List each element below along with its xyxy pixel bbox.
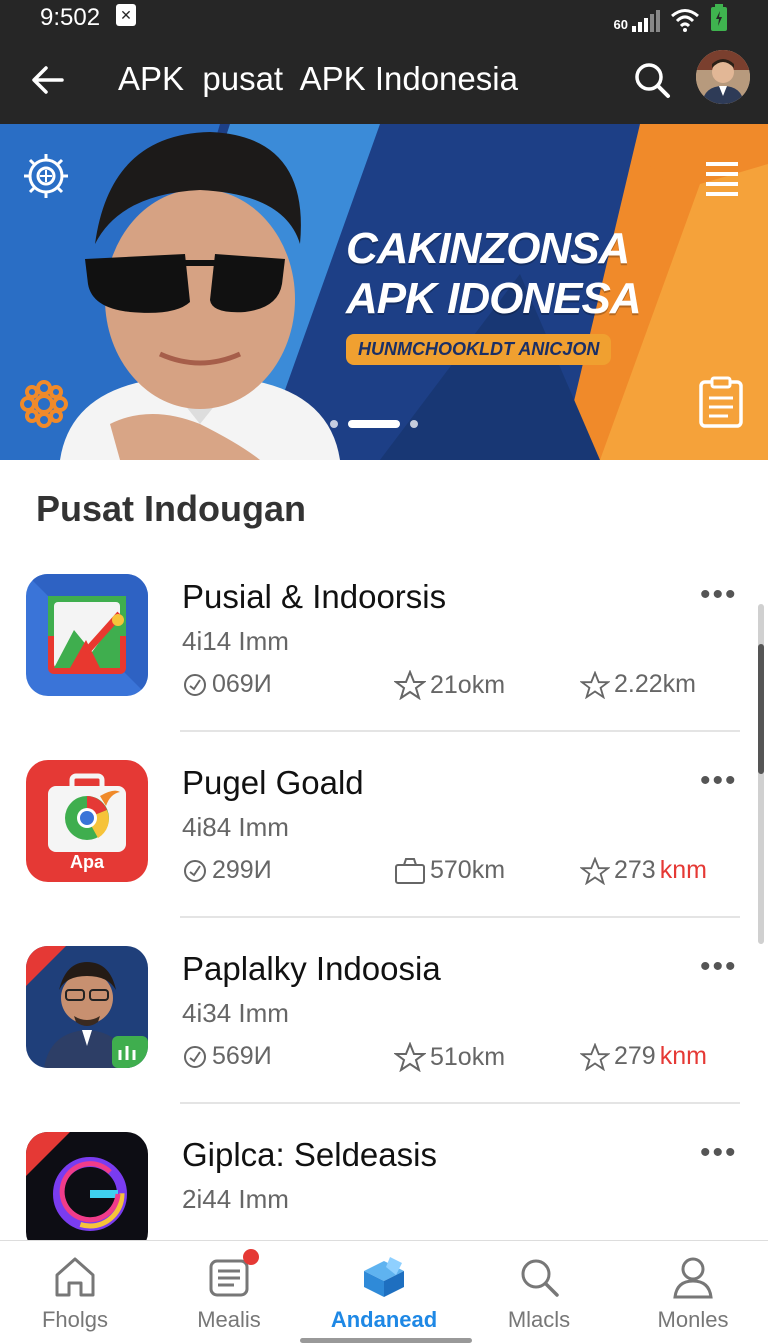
app-stat-distance-value: 279 <box>614 1042 656 1070</box>
app-icon-maps[interactable] <box>26 574 148 696</box>
banner-headline-line1: CAKINZONSA <box>346 224 630 273</box>
carousel-dot[interactable] <box>330 420 338 428</box>
banner-headline-line2: APK IDONESA <box>346 274 642 323</box>
app-icon-profile-photo[interactable] <box>26 946 148 1068</box>
app-stat-rating-value: 51okm <box>430 1042 506 1071</box>
bird-icon <box>650 164 690 182</box>
app-stat-distance: 2.22km <box>580 670 700 699</box>
star-icon <box>580 670 610 699</box>
notification-badge <box>243 1249 259 1265</box>
decorative-flower-icon <box>20 380 68 428</box>
battery-icon <box>711 4 727 31</box>
app-stat-distance-unit: knm <box>659 856 707 884</box>
list-item[interactable]: Paplalky Indoosia 4i34 Imm 569И 51okm 27… <box>0 932 768 1118</box>
more-options-icon[interactable]: ••• <box>700 1136 738 1170</box>
app-stat-rating: 51okm <box>394 1042 505 1072</box>
app-name: Giplca: Seldeasis <box>182 1136 437 1173</box>
app-icon-browser[interactable]: Apa <box>26 760 148 882</box>
divider <box>180 1102 740 1104</box>
status-bar: 9:502 ✕ 60 <box>0 0 768 38</box>
app-stat-downloads-value: 569И <box>212 1042 272 1070</box>
wifi-icon <box>671 9 699 32</box>
app-stat-downloads: 299И <box>182 856 272 885</box>
home-indicator[interactable] <box>300 1338 472 1343</box>
nav-label: Monles <box>657 1307 729 1332</box>
nav-label: Andanead <box>330 1307 438 1332</box>
banner-cta-pill[interactable]: HUNMCHOOKLDT ANICJON <box>346 334 612 365</box>
list-item[interactable]: Apa Pugel Goald 4i84 Imm 299И 570km 273 k… <box>0 746 768 932</box>
box-icon <box>395 857 425 884</box>
app-size: 4i34 Imm <box>182 998 289 1028</box>
clock-check-icon <box>184 673 206 696</box>
search-icon[interactable] <box>632 60 672 100</box>
home-icon <box>55 1257 95 1297</box>
more-options-icon[interactable]: ••• <box>700 578 738 612</box>
app-name: Paplalky Indoosia <box>182 950 441 987</box>
app-size: 2i44 Imm <box>182 1184 289 1214</box>
carousel-indicator <box>330 420 418 428</box>
nav-label: Mealis <box>197 1307 261 1332</box>
nav-tab-news[interactable]: Mealis <box>154 1249 304 1333</box>
carousel-dot[interactable] <box>410 420 418 428</box>
profile-icon <box>673 1257 713 1299</box>
app-name: Pugel Goald <box>182 764 364 801</box>
nav-tab-profile[interactable]: Monles <box>618 1253 768 1333</box>
bottom-navigation: Fholgs Mealis Andanead Mlacls Monles <box>0 1240 768 1344</box>
nav-label: Fholgs <box>41 1307 109 1332</box>
star-icon <box>580 1042 610 1071</box>
divider <box>180 730 740 732</box>
nfc-icon: ✕ <box>116 4 136 26</box>
app-stat-distance-value: 273 <box>614 856 656 884</box>
app-name: Pusial & Indoorsis <box>182 578 447 615</box>
app-stat-rating-value: 21okm <box>430 670 506 699</box>
nav-tab-apps[interactable]: Andanead <box>309 1253 459 1333</box>
page-title: APK pusat APK Indonesia <box>118 60 518 97</box>
nav-tab-home[interactable]: Fholgs <box>0 1253 150 1333</box>
settings-gear-icon[interactable] <box>22 152 70 200</box>
app-size: 4i84 Imm <box>182 812 289 842</box>
star-icon <box>580 856 610 885</box>
apps-icon <box>364 1257 404 1297</box>
more-options-icon[interactable]: ••• <box>700 764 738 798</box>
divider <box>180 916 740 918</box>
avatar[interactable] <box>696 50 750 104</box>
app-icon-game[interactable] <box>26 1132 148 1254</box>
app-stat-distance: 273 knm <box>580 856 707 885</box>
app-stat-distance: 279 knm <box>580 1042 707 1071</box>
star-icon <box>394 670 426 700</box>
status-time: 9:502 <box>40 4 101 31</box>
list-item[interactable]: Pusial & Indoorsis 4i14 Imm 069И 21okm 2… <box>0 560 768 746</box>
app-icon-badge-text: Apa <box>69 852 104 872</box>
app-stat-distance-value: 2.22km <box>614 670 696 698</box>
app-stat-rating-value: 570km <box>430 856 506 884</box>
back-arrow-icon[interactable] <box>28 60 68 100</box>
clipboard-icon[interactable] <box>698 376 744 428</box>
menu-icon[interactable] <box>702 158 742 198</box>
app-stat-rating: 21okm <box>394 670 505 700</box>
app-bar: APK pusat APK Indonesia <box>0 38 768 124</box>
app-stat-distance-unit: knm <box>659 1042 707 1070</box>
search-icon <box>521 1259 559 1297</box>
section-title: Pusat Indougan <box>36 488 306 529</box>
network-type: 60 <box>613 17 628 32</box>
banner-headline: CAKINZONSA APK IDONESA <box>346 224 642 324</box>
app-stat-downloads: 569И <box>182 1042 272 1071</box>
app-stat-downloads: 069И <box>182 670 272 699</box>
promo-banner[interactable]: CAKINZONSA APK IDONESA HUNMCHOOKLDT ANIC… <box>0 124 768 460</box>
app-stat-downloads-value: 069И <box>212 670 272 698</box>
more-options-icon[interactable]: ••• <box>700 950 738 984</box>
app-size: 4i14 Imm <box>182 626 289 656</box>
clock-check-icon <box>184 859 206 882</box>
carousel-dot-active[interactable] <box>348 420 400 428</box>
star-icon <box>394 1042 426 1072</box>
nav-tab-search[interactable]: Mlacls <box>464 1253 614 1333</box>
app-stat-rating: 570km <box>394 856 505 885</box>
signal-icon <box>632 10 660 32</box>
app-stat-downloads-value: 299И <box>212 856 272 884</box>
clock-check-icon <box>184 1045 206 1068</box>
news-icon <box>205 1249 259 1301</box>
nav-label: Mlacls <box>507 1307 571 1332</box>
scrollbar[interactable] <box>758 604 764 944</box>
